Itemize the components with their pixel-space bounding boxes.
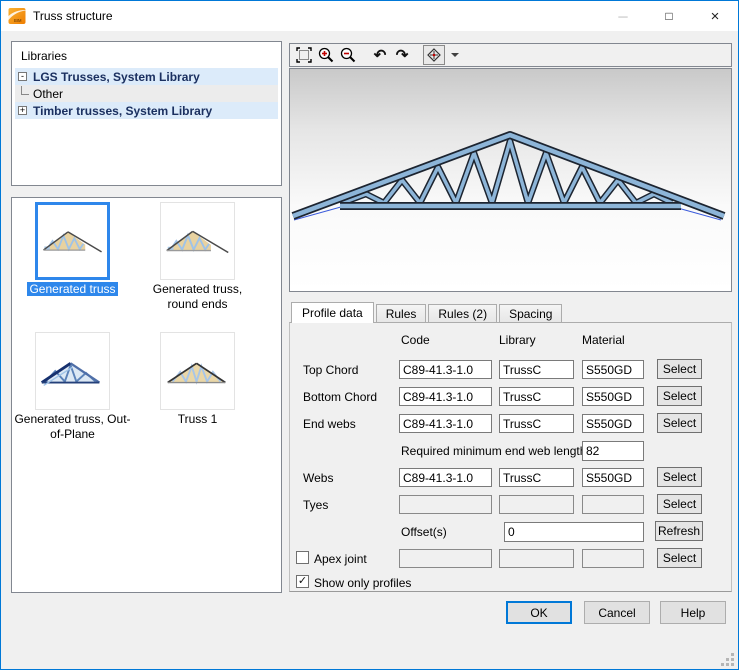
show-only-profiles-label: Show only profiles — [314, 576, 411, 590]
bottom-chord-library-field[interactable]: TrussC — [499, 387, 574, 406]
tyes-label: Tyes — [303, 498, 328, 512]
end-webs-code-field[interactable]: C89-41.3-1.0 — [399, 414, 492, 433]
apex-joint-code-field[interactable] — [399, 549, 492, 568]
truss-thumbnail-graphic — [36, 341, 109, 401]
offset-input[interactable] — [504, 522, 644, 542]
bottom-chord-material-field[interactable]: S550GD — [582, 387, 644, 406]
pan-center-icon[interactable] — [423, 45, 445, 65]
offset-label: Offset(s) — [401, 525, 447, 539]
preview-toolbar: ↶ ↷ — [289, 43, 732, 67]
libraries-header: Libraries — [15, 45, 278, 68]
ok-button[interactable]: OK — [506, 601, 572, 624]
end-webs-library-field[interactable]: TrussC — [499, 414, 574, 433]
gallery-item-generated-truss-round-ends[interactable]: Generated truss, round ends — [137, 202, 258, 312]
apex-joint-select-button[interactable]: Select — [657, 548, 702, 568]
truss-thumbnail-graphic — [38, 211, 107, 271]
collapse-icon[interactable]: - — [18, 72, 27, 81]
tree-item-label: Other — [33, 87, 63, 101]
libraries-panel: Libraries - LGS Trusses, System Library … — [11, 41, 282, 186]
expand-icon[interactable]: + — [18, 106, 27, 115]
svg-text:BIM: BIM — [14, 18, 22, 23]
truss-preview-graphic — [290, 69, 731, 291]
zoom-extents-icon[interactable] — [293, 45, 315, 65]
webs-library-field[interactable]: TrussC — [499, 468, 574, 487]
help-button[interactable]: Help — [660, 601, 726, 624]
top-chord-library-field[interactable]: TrussC — [499, 360, 574, 379]
thumbnail-label: Generated truss — [12, 282, 133, 297]
rotate-left-icon[interactable]: ↶ — [369, 45, 391, 65]
tyes-select-button[interactable]: Select — [657, 494, 702, 514]
show-only-profiles-checkbox[interactable]: ✓ — [296, 575, 309, 588]
zoom-in-icon[interactable] — [315, 45, 337, 65]
webs-label: Webs — [303, 471, 333, 485]
truss-preview-viewport[interactable] — [289, 68, 732, 292]
apex-joint-library-field[interactable] — [499, 549, 574, 568]
resize-grip[interactable] — [722, 654, 734, 666]
webs-material-field[interactable]: S550GD — [582, 468, 644, 487]
rotate-right-icon[interactable]: ↷ — [391, 45, 413, 65]
truss-structure-dialog: BIM Truss structure ─ □ × Libraries - LG… — [0, 0, 739, 670]
tree-item-lgs-trusses[interactable]: - LGS Trusses, System Library — [15, 68, 278, 85]
app-icon: BIM — [8, 7, 26, 25]
thumbnail-image[interactable] — [160, 202, 235, 280]
minimize-button[interactable]: ─ — [600, 1, 646, 31]
titlebar: BIM Truss structure ─ □ × — [1, 1, 738, 31]
tree-item-timber-trusses[interactable]: + Timber trusses, System Library — [15, 102, 278, 119]
tab-profile-data[interactable]: Profile data — [291, 302, 374, 323]
tree-branch-line — [21, 86, 29, 95]
cancel-button[interactable]: Cancel — [584, 601, 650, 624]
tab-spacing[interactable]: Spacing — [499, 304, 562, 323]
webs-select-button[interactable]: Select — [657, 467, 702, 487]
top-chord-code-field[interactable]: C89-41.3-1.0 — [399, 360, 492, 379]
tree-item-label: LGS Trusses, System Library — [33, 70, 200, 84]
gallery-item-truss-1[interactable]: Truss 1 — [137, 332, 258, 427]
thumbnail-label: Generated truss, Out-of-Plane — [12, 412, 133, 442]
refresh-button[interactable]: Refresh — [655, 521, 703, 541]
thumbnail-image[interactable] — [35, 202, 110, 280]
thumbnail-image[interactable] — [160, 332, 235, 410]
window-title: Truss structure — [33, 9, 113, 23]
gallery-item-generated-truss[interactable]: Generated truss — [12, 202, 133, 297]
maximize-button[interactable]: □ — [646, 1, 692, 31]
gallery-item-generated-truss-out-of-plane[interactable]: Generated truss, Out-of-Plane — [12, 332, 133, 442]
thumbnail-image[interactable] — [35, 332, 110, 410]
truss-thumbnail-graphic — [161, 211, 234, 271]
tyes-material-field[interactable] — [582, 495, 644, 514]
bottom-chord-code-field[interactable]: C89-41.3-1.0 — [399, 387, 492, 406]
top-chord-material-field[interactable]: S550GD — [582, 360, 644, 379]
close-button[interactable]: × — [692, 1, 738, 31]
min-end-web-length-input[interactable] — [582, 441, 644, 461]
webs-code-field[interactable]: C89-41.3-1.0 — [399, 468, 492, 487]
bottom-chord-select-button[interactable]: Select — [657, 386, 702, 406]
tyes-library-field[interactable] — [499, 495, 574, 514]
top-chord-select-button[interactable]: Select — [657, 359, 702, 379]
thumbnail-label: Truss 1 — [137, 412, 258, 427]
column-header-code: Code — [401, 333, 430, 347]
bottom-chord-label: Bottom Chord — [303, 390, 377, 404]
tyes-code-field[interactable] — [399, 495, 492, 514]
dropdown-caret-icon[interactable] — [451, 53, 459, 57]
end-webs-label: End webs — [303, 417, 356, 431]
column-header-material: Material — [582, 333, 625, 347]
profile-tabs: Profile data Rules Rules (2) Spacing — [291, 302, 564, 323]
apex-joint-label: Apex joint — [314, 552, 367, 566]
tab-rules[interactable]: Rules — [376, 304, 427, 323]
apex-joint-checkbox[interactable] — [296, 551, 309, 564]
tab-rules-2[interactable]: Rules (2) — [428, 304, 497, 323]
top-chord-label: Top Chord — [303, 363, 358, 377]
truss-gallery-panel: Generated truss Generated truss, round e… — [11, 197, 282, 593]
tree-item-label: Timber trusses, System Library — [33, 104, 212, 118]
end-webs-select-button[interactable]: Select — [657, 413, 702, 433]
end-webs-material-field[interactable]: S550GD — [582, 414, 644, 433]
apex-joint-material-field[interactable] — [582, 549, 644, 568]
min-end-web-length-label: Required minimum end web length — [401, 444, 586, 458]
zoom-out-icon[interactable] — [337, 45, 359, 65]
column-header-library: Library — [499, 333, 536, 347]
tree-item-other[interactable]: Other — [15, 85, 278, 102]
thumbnail-label: Generated truss, round ends — [137, 282, 258, 312]
truss-thumbnail-graphic — [161, 341, 234, 401]
